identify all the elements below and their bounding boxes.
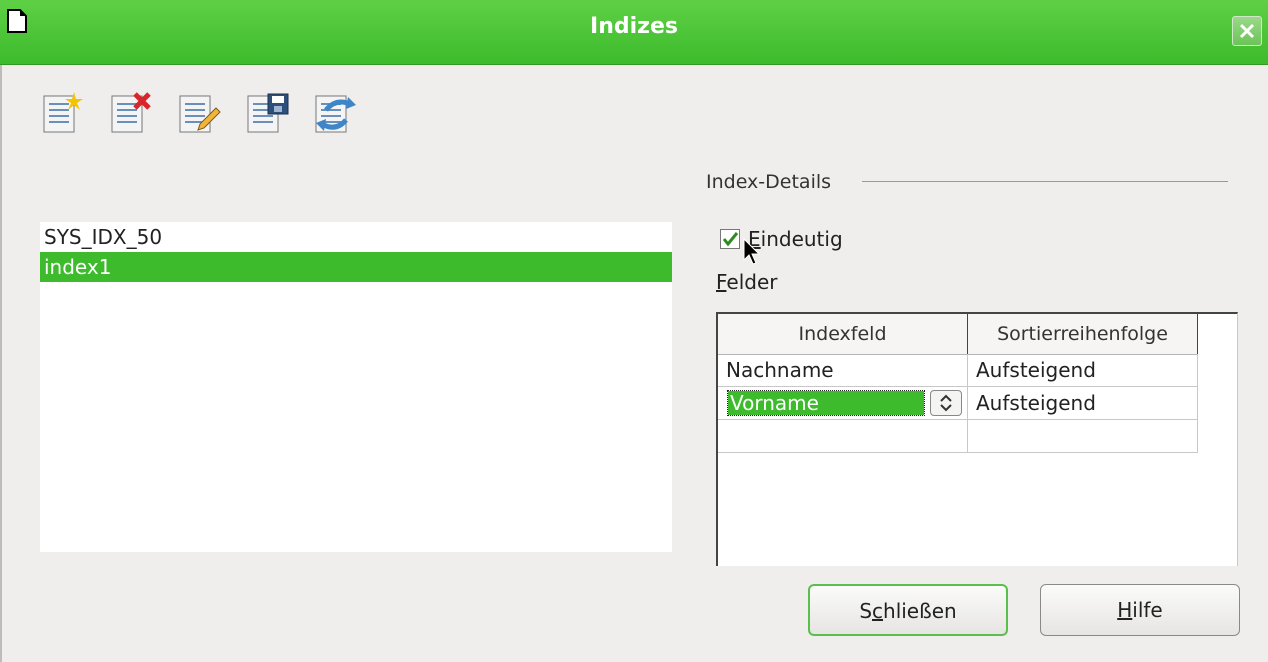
table-row[interactable]: Vorname Aufsteigend [718,387,1198,420]
group-divider [862,181,1228,182]
delete-index-button[interactable] [108,90,154,136]
combobox-spin-button[interactable] [930,390,962,416]
title-bar: Indizes [0,0,1268,65]
index-details-label: Index-Details [706,171,832,193]
list-item[interactable]: SYS_IDX_50 [40,222,672,252]
column-header-sortierreihenfolge[interactable]: Sortierreihenfolge [968,314,1198,354]
delete-index-icon [111,92,151,133]
new-index-icon [43,92,83,133]
sort-order-cell[interactable]: Aufsteigend [968,354,1198,386]
close-button[interactable]: Schließen [808,584,1008,636]
checkmark-icon [722,232,739,247]
index-toolbar [40,90,358,136]
unique-checkbox[interactable] [720,229,740,249]
index-fields-grid[interactable]: Indexfeld Sortierreihenfolge Nachname Au… [716,312,1238,566]
field-cell[interactable] [718,420,968,452]
unique-checkbox-row[interactable]: Eindeutig [720,224,843,254]
table-row[interactable] [718,420,1198,453]
mouse-pointer-icon [743,237,761,270]
sort-order-cell[interactable] [968,420,1198,452]
up-down-arrows-icon [940,394,952,412]
grid-header: Indexfeld Sortierreihenfolge [718,314,1198,355]
sort-order-cell[interactable]: Aufsteigend [968,387,1198,419]
column-header-indexfeld[interactable]: Indexfeld [718,314,968,354]
save-index-icon [247,93,289,133]
reset-index-button[interactable] [312,90,358,136]
close-window-button[interactable] [1232,16,1262,46]
index-list[interactable]: SYS_IDX_50 index1 [40,222,672,552]
list-item-selected[interactable]: index1 [40,252,672,282]
fields-label: Felder [716,270,778,294]
unique-checkbox-label: Eindeutig [748,227,843,251]
field-combobox-value[interactable]: Vorname [727,390,925,416]
close-icon [1239,23,1255,39]
window-title: Indizes [590,14,678,39]
reset-index-icon [315,95,356,133]
rename-index-icon [179,95,221,133]
save-index-button[interactable] [244,90,290,136]
rename-index-button[interactable] [176,90,222,136]
help-button[interactable]: Hilfe [1040,584,1240,636]
field-combobox-cell[interactable]: Vorname [718,387,968,419]
new-index-button[interactable] [40,90,86,136]
field-cell[interactable]: Nachname [718,354,968,386]
table-row[interactable]: Nachname Aufsteigend [718,354,1198,387]
